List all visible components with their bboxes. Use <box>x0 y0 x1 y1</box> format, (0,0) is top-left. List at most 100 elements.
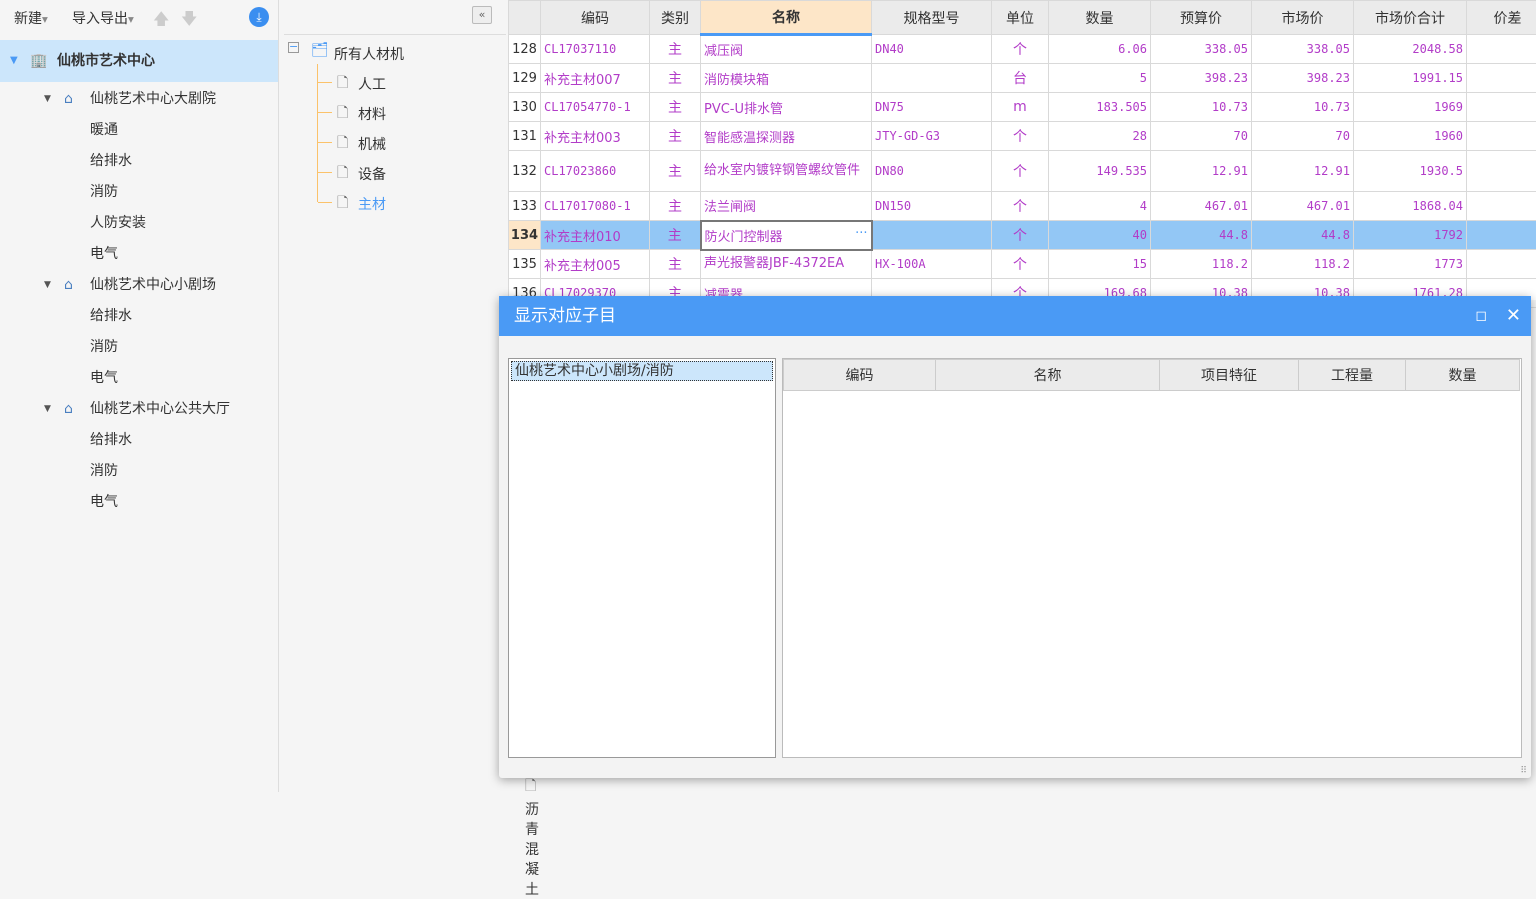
table-row[interactable]: 129补充主材007主消防模块箱台5398.23398.231991.15 <box>509 64 1536 93</box>
cell-unit[interactable]: 个 <box>992 250 1049 279</box>
move-down-icon[interactable]: 🡇 <box>181 8 197 35</box>
cell-budget-price[interactable]: 118.2 <box>1151 250 1252 279</box>
cell-price-diff[interactable] <box>1467 151 1536 192</box>
tree-leaf[interactable]: 给排水 <box>0 425 278 456</box>
cell-spec[interactable]: DN150 <box>872 192 992 221</box>
column-header[interactable]: 价差 <box>1467 1 1536 35</box>
sub-items-column-header[interactable]: 工程量 <box>1299 360 1406 391</box>
column-header[interactable]: 数量 <box>1049 1 1151 35</box>
cell-market-total[interactable]: 1930.5 <box>1354 151 1467 192</box>
table-row[interactable]: 134补充主材010主防火门控制器···个4044.844.81792 <box>509 221 1536 250</box>
move-up-icon[interactable]: 🡅 <box>153 8 169 35</box>
expand-icon[interactable]: ▼ <box>44 394 51 425</box>
maximize-icon[interactable]: ◻ <box>1475 296 1487 336</box>
cell-budget-price[interactable]: 467.01 <box>1151 192 1252 221</box>
cell-market-price[interactable]: 70 <box>1252 122 1354 151</box>
cell-market-total[interactable]: 1969 <box>1354 93 1467 122</box>
cell-market-total[interactable]: 1773 <box>1354 250 1467 279</box>
category-item[interactable]: 机械 <box>358 134 386 154</box>
sub-items-column-header[interactable]: 名称 <box>936 360 1160 391</box>
cell-quantity[interactable]: 15 <box>1049 250 1151 279</box>
cell-market-price[interactable]: 398.23 <box>1252 64 1354 93</box>
table-row[interactable]: 132CL17023860主给水室内镀锌钢管螺纹管件DN80个149.53512… <box>509 151 1536 192</box>
cell-spec[interactable] <box>872 64 992 93</box>
cell-code[interactable]: 补充主材003 <box>541 122 650 151</box>
tree-group[interactable]: ▼⌂仙桃艺术中心大剧院 <box>0 84 278 115</box>
cell-code[interactable]: 补充主材010 <box>541 221 650 250</box>
cell-code[interactable]: CL17054770-1 <box>541 93 650 122</box>
tree-leaf[interactable]: 电气 <box>0 487 278 518</box>
cell-market-price[interactable]: 118.2 <box>1252 250 1354 279</box>
cell-price-diff[interactable] <box>1467 250 1536 279</box>
cell-budget-price[interactable]: 70 <box>1151 122 1252 151</box>
column-header[interactable]: 市场价合计 <box>1354 1 1467 35</box>
tree-leaf[interactable]: 消防 <box>0 456 278 487</box>
collapse-toggle-icon[interactable]: − <box>288 42 299 53</box>
cell-name[interactable]: 法兰闸阀 <box>701 192 872 221</box>
cell-price-diff[interactable] <box>1467 93 1536 122</box>
cell-unit[interactable]: 台 <box>992 64 1049 93</box>
cell-unit[interactable]: 个 <box>992 192 1049 221</box>
more-options-icon[interactable]: ··· <box>855 226 867 241</box>
cell-type[interactable]: 主 <box>650 221 701 250</box>
cell-spec[interactable]: DN80 <box>872 151 992 192</box>
cell-budget-price[interactable]: 44.8 <box>1151 221 1252 250</box>
cell-market-price[interactable]: 44.8 <box>1252 221 1354 250</box>
new-menu[interactable]: 新建▾ <box>14 8 48 28</box>
cell-name[interactable]: 智能感温探测器 <box>701 122 872 151</box>
cell-name[interactable]: 减压阀 <box>701 35 872 64</box>
cell-market-total[interactable]: 1960 <box>1354 122 1467 151</box>
cell-price-diff[interactable] <box>1467 122 1536 151</box>
column-header[interactable]: 编码 <box>541 1 650 35</box>
category-item[interactable]: 人工 <box>358 74 386 94</box>
cell-spec[interactable] <box>872 221 992 250</box>
cell-unit[interactable]: 个 <box>992 35 1049 64</box>
tree-group[interactable]: ▼⌂仙桃艺术中心公共大厅 <box>0 394 278 425</box>
cell-quantity[interactable]: 40 <box>1049 221 1151 250</box>
sub-items-column-header[interactable]: 数量 <box>1406 360 1520 391</box>
tree-leaf[interactable]: 电气 <box>0 239 278 270</box>
cell-spec[interactable]: HX-100A <box>872 250 992 279</box>
cell-market-total[interactable]: 1868.04 <box>1354 192 1467 221</box>
cell-budget-price[interactable]: 12.91 <box>1151 151 1252 192</box>
expand-icon[interactable]: ▼ <box>44 270 51 301</box>
cell-budget-price[interactable]: 10.73 <box>1151 93 1252 122</box>
cell-name[interactable]: 给水室内镀锌钢管螺纹管件 <box>701 151 872 192</box>
cell-price-diff[interactable] <box>1467 221 1536 250</box>
cell-type[interactable]: 主 <box>650 151 701 192</box>
cell-type[interactable]: 主 <box>650 35 701 64</box>
cell-code[interactable]: 补充主材005 <box>541 250 650 279</box>
cell-quantity[interactable]: 5 <box>1049 64 1151 93</box>
cell-spec[interactable]: DN40 <box>872 35 992 64</box>
cell-quantity[interactable]: 149.535 <box>1049 151 1151 192</box>
download-icon[interactable]: ⤓ <box>249 7 269 27</box>
cell-unit[interactable]: 个 <box>992 122 1049 151</box>
column-header[interactable]: 市场价 <box>1252 1 1354 35</box>
cell-code[interactable]: CL17023860 <box>541 151 650 192</box>
cell-spec[interactable]: DN75 <box>872 93 992 122</box>
tree-leaf[interactable]: 暖通 <box>0 115 278 146</box>
column-header[interactable]: 名称 <box>701 1 872 35</box>
cell-price-diff[interactable] <box>1467 64 1536 93</box>
tree-group[interactable]: ▼⌂仙桃艺术中心小剧场 <box>0 270 278 301</box>
cell-budget-price[interactable]: 338.05 <box>1151 35 1252 64</box>
category-item[interactable]: 主材 <box>358 194 386 214</box>
category-root[interactable]: 所有人材机 <box>334 44 404 64</box>
cell-market-total[interactable]: 1792 <box>1354 221 1467 250</box>
cell-market-price[interactable]: 338.05 <box>1252 35 1354 64</box>
tree-leaf[interactable]: 人防安装 <box>0 208 278 239</box>
close-icon[interactable]: ✕ <box>1506 296 1521 336</box>
tree-leaf[interactable]: 消防 <box>0 177 278 208</box>
resize-grip-icon[interactable]: ⠿ <box>1520 766 1527 776</box>
category-item[interactable]: 设备 <box>358 164 386 184</box>
sub-items-column-header[interactable]: 项目特征 <box>1160 360 1299 391</box>
column-header[interactable]: 规格型号 <box>872 1 992 35</box>
column-header[interactable]: 类别 <box>650 1 701 35</box>
cell-code[interactable]: 补充主材007 <box>541 64 650 93</box>
cell-name[interactable]: 防火门控制器··· <box>701 221 872 250</box>
cell-name[interactable]: 声光报警器JBF-4372EA <box>701 250 872 279</box>
table-row[interactable]: 130CL17054770-1主PVC-U排水管DN75m183.50510.7… <box>509 93 1536 122</box>
cell-market-total[interactable]: 1991.15 <box>1354 64 1467 93</box>
cell-spec[interactable]: JTY-GD-G3 <box>872 122 992 151</box>
cell-quantity[interactable]: 183.505 <box>1049 93 1151 122</box>
